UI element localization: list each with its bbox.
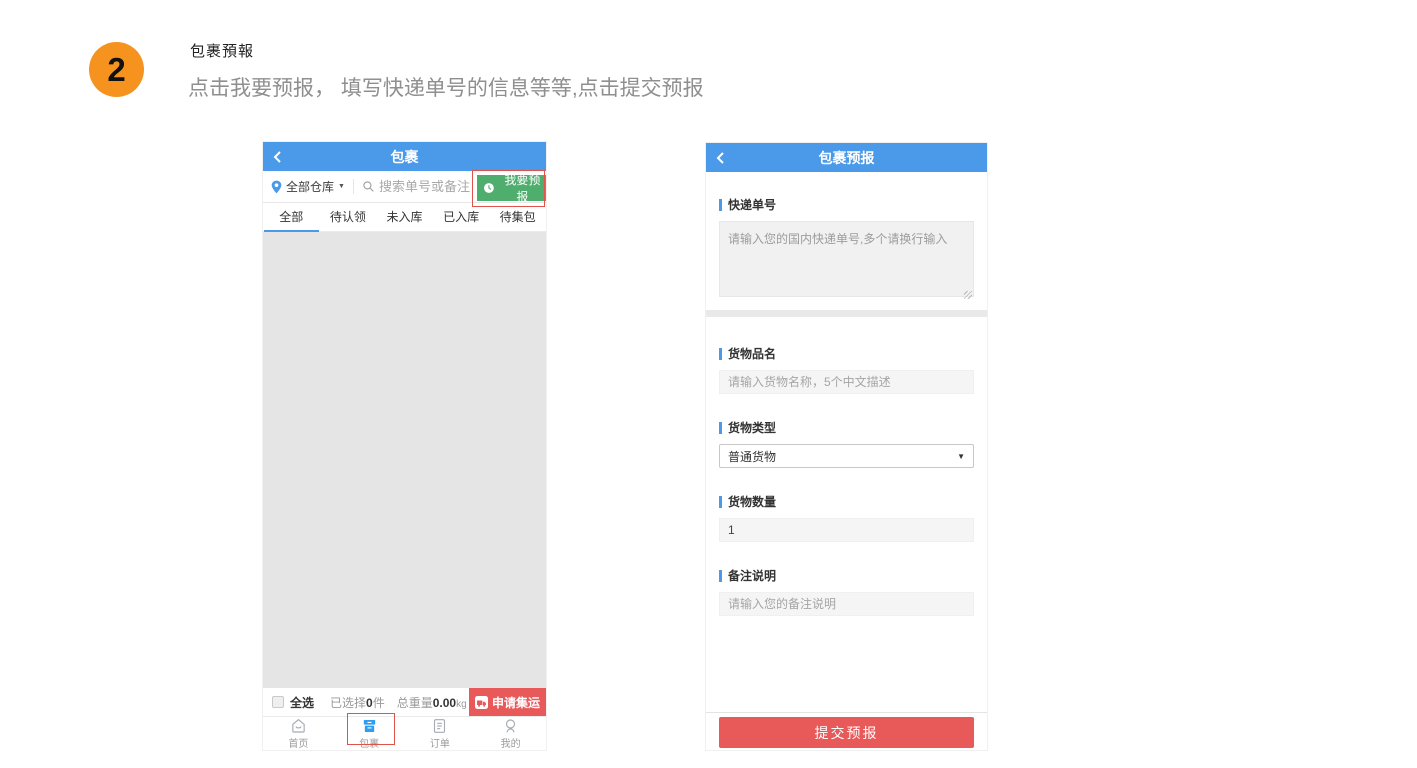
package-icon — [361, 718, 378, 734]
bottom-tab-bar: 首页 包裹 订单 — [263, 716, 546, 750]
consolidate-button[interactable]: 申请集运 — [469, 688, 546, 716]
tabbar-label: 订单 — [430, 735, 450, 750]
package-list-screen: 包裹 全部仓库 ▼ 我要预报 — [263, 142, 546, 750]
select-all-checkbox[interactable] — [272, 696, 284, 708]
section-divider — [706, 310, 987, 317]
search-input[interactable] — [379, 179, 479, 194]
tab-not-arrived[interactable]: 未入库 — [376, 203, 433, 231]
empty-package-list — [263, 232, 546, 688]
tracking-no-textarea[interactable] — [719, 221, 974, 297]
tracking-no-field-wrap — [719, 221, 974, 302]
step-title: 包裹預報 — [190, 40, 254, 61]
tabbar-label: 首页 — [288, 735, 308, 750]
orders-icon — [431, 718, 448, 734]
selected-count: 0 — [366, 696, 373, 710]
filter-bar: 全部仓库 ▼ 我要预报 — [263, 171, 546, 203]
total-weight-text: 总重量0.00kg — [397, 694, 467, 711]
label-accent-bar — [719, 199, 722, 211]
tabbar-item-orders[interactable]: 订单 — [405, 717, 476, 750]
profile-icon — [502, 718, 519, 734]
search-icon — [362, 180, 375, 193]
back-icon[interactable] — [272, 142, 284, 171]
divider — [353, 179, 354, 194]
step-description: 点击我要预报， 填写快递单号的信息等等,点击提交预报 — [188, 72, 704, 102]
back-icon[interactable] — [715, 143, 727, 172]
consolidate-button-label: 申请集运 — [492, 694, 540, 711]
truck-icon — [475, 696, 488, 709]
warehouse-selector[interactable]: 全部仓库 ▼ — [271, 178, 345, 195]
page-title: 包裹 — [391, 147, 419, 167]
label-accent-bar — [719, 570, 722, 582]
selected-count-text: 已选择0件 — [330, 694, 385, 711]
remark-label: 备注说明 — [719, 567, 974, 584]
tabbar-item-profile[interactable]: 我的 — [475, 717, 546, 750]
step-number-badge: 2 — [89, 42, 144, 97]
tabbar-item-packages[interactable]: 包裹 — [334, 717, 405, 750]
cargo-qty-input[interactable] — [719, 518, 974, 542]
weight-value: 0.00 — [433, 696, 456, 710]
tabbar-label: 我的 — [501, 735, 521, 750]
package-list-header: 包裹 — [263, 142, 546, 171]
forecast-header: 包裹预报 — [706, 143, 987, 172]
tracking-no-label: 快递单号 — [719, 196, 974, 213]
home-icon — [290, 718, 307, 734]
label-accent-bar — [719, 422, 722, 434]
tabbar-label: 包裹 — [359, 735, 379, 750]
cargo-type-value: 普通货物 — [728, 448, 776, 465]
cargo-qty-label: 货物数量 — [719, 493, 974, 510]
forecast-button-label: 我要预报 — [499, 171, 546, 205]
location-pin-icon — [271, 180, 282, 194]
tutorial-page: 2 包裹預報 点击我要预报， 填写快递单号的信息等等,点击提交预报 包裹 全部仓… — [0, 0, 1417, 768]
clock-icon — [483, 182, 495, 194]
page-title: 包裹预报 — [819, 148, 875, 168]
tab-arrived[interactable]: 已入库 — [433, 203, 490, 231]
label-accent-bar — [719, 496, 722, 508]
package-forecast-screen: 包裹预报 快递单号 货物品名 货物类型 普通货物 — [706, 143, 987, 750]
cargo-name-label: 货物品名 — [719, 345, 974, 362]
status-tabs: 全部 待认领 未入库 已入库 待集包 — [263, 203, 546, 232]
tab-to-pack[interactable]: 待集包 — [489, 203, 546, 231]
forecast-button[interactable]: 我要预报 — [477, 175, 546, 201]
forecast-form: 快递单号 货物品名 货物类型 普通货物 ▼ 货物数量 — [706, 172, 987, 750]
chevron-down-icon: ▼ — [338, 183, 345, 190]
cargo-type-select[interactable]: 普通货物 ▼ — [719, 444, 974, 468]
search-box[interactable] — [362, 179, 479, 194]
select-all-label: 全选 — [290, 694, 314, 711]
remark-input[interactable] — [719, 592, 974, 616]
tabbar-item-home[interactable]: 首页 — [263, 717, 334, 750]
selection-bar: 全选 已选择0件 总重量0.00kg 申请集运 — [263, 688, 546, 716]
submit-forecast-button[interactable]: 提交预报 — [719, 717, 974, 748]
chevron-down-icon: ▼ — [957, 452, 965, 461]
warehouse-label: 全部仓库 — [286, 178, 334, 195]
tab-all[interactable]: 全部 — [263, 203, 320, 231]
cargo-name-input[interactable] — [719, 370, 974, 394]
label-accent-bar — [719, 348, 722, 360]
submit-area: 提交预报 — [706, 712, 987, 750]
tab-to-claim[interactable]: 待认领 — [320, 203, 377, 231]
cargo-type-label: 货物类型 — [719, 419, 974, 436]
resize-handle-icon[interactable] — [964, 291, 972, 299]
